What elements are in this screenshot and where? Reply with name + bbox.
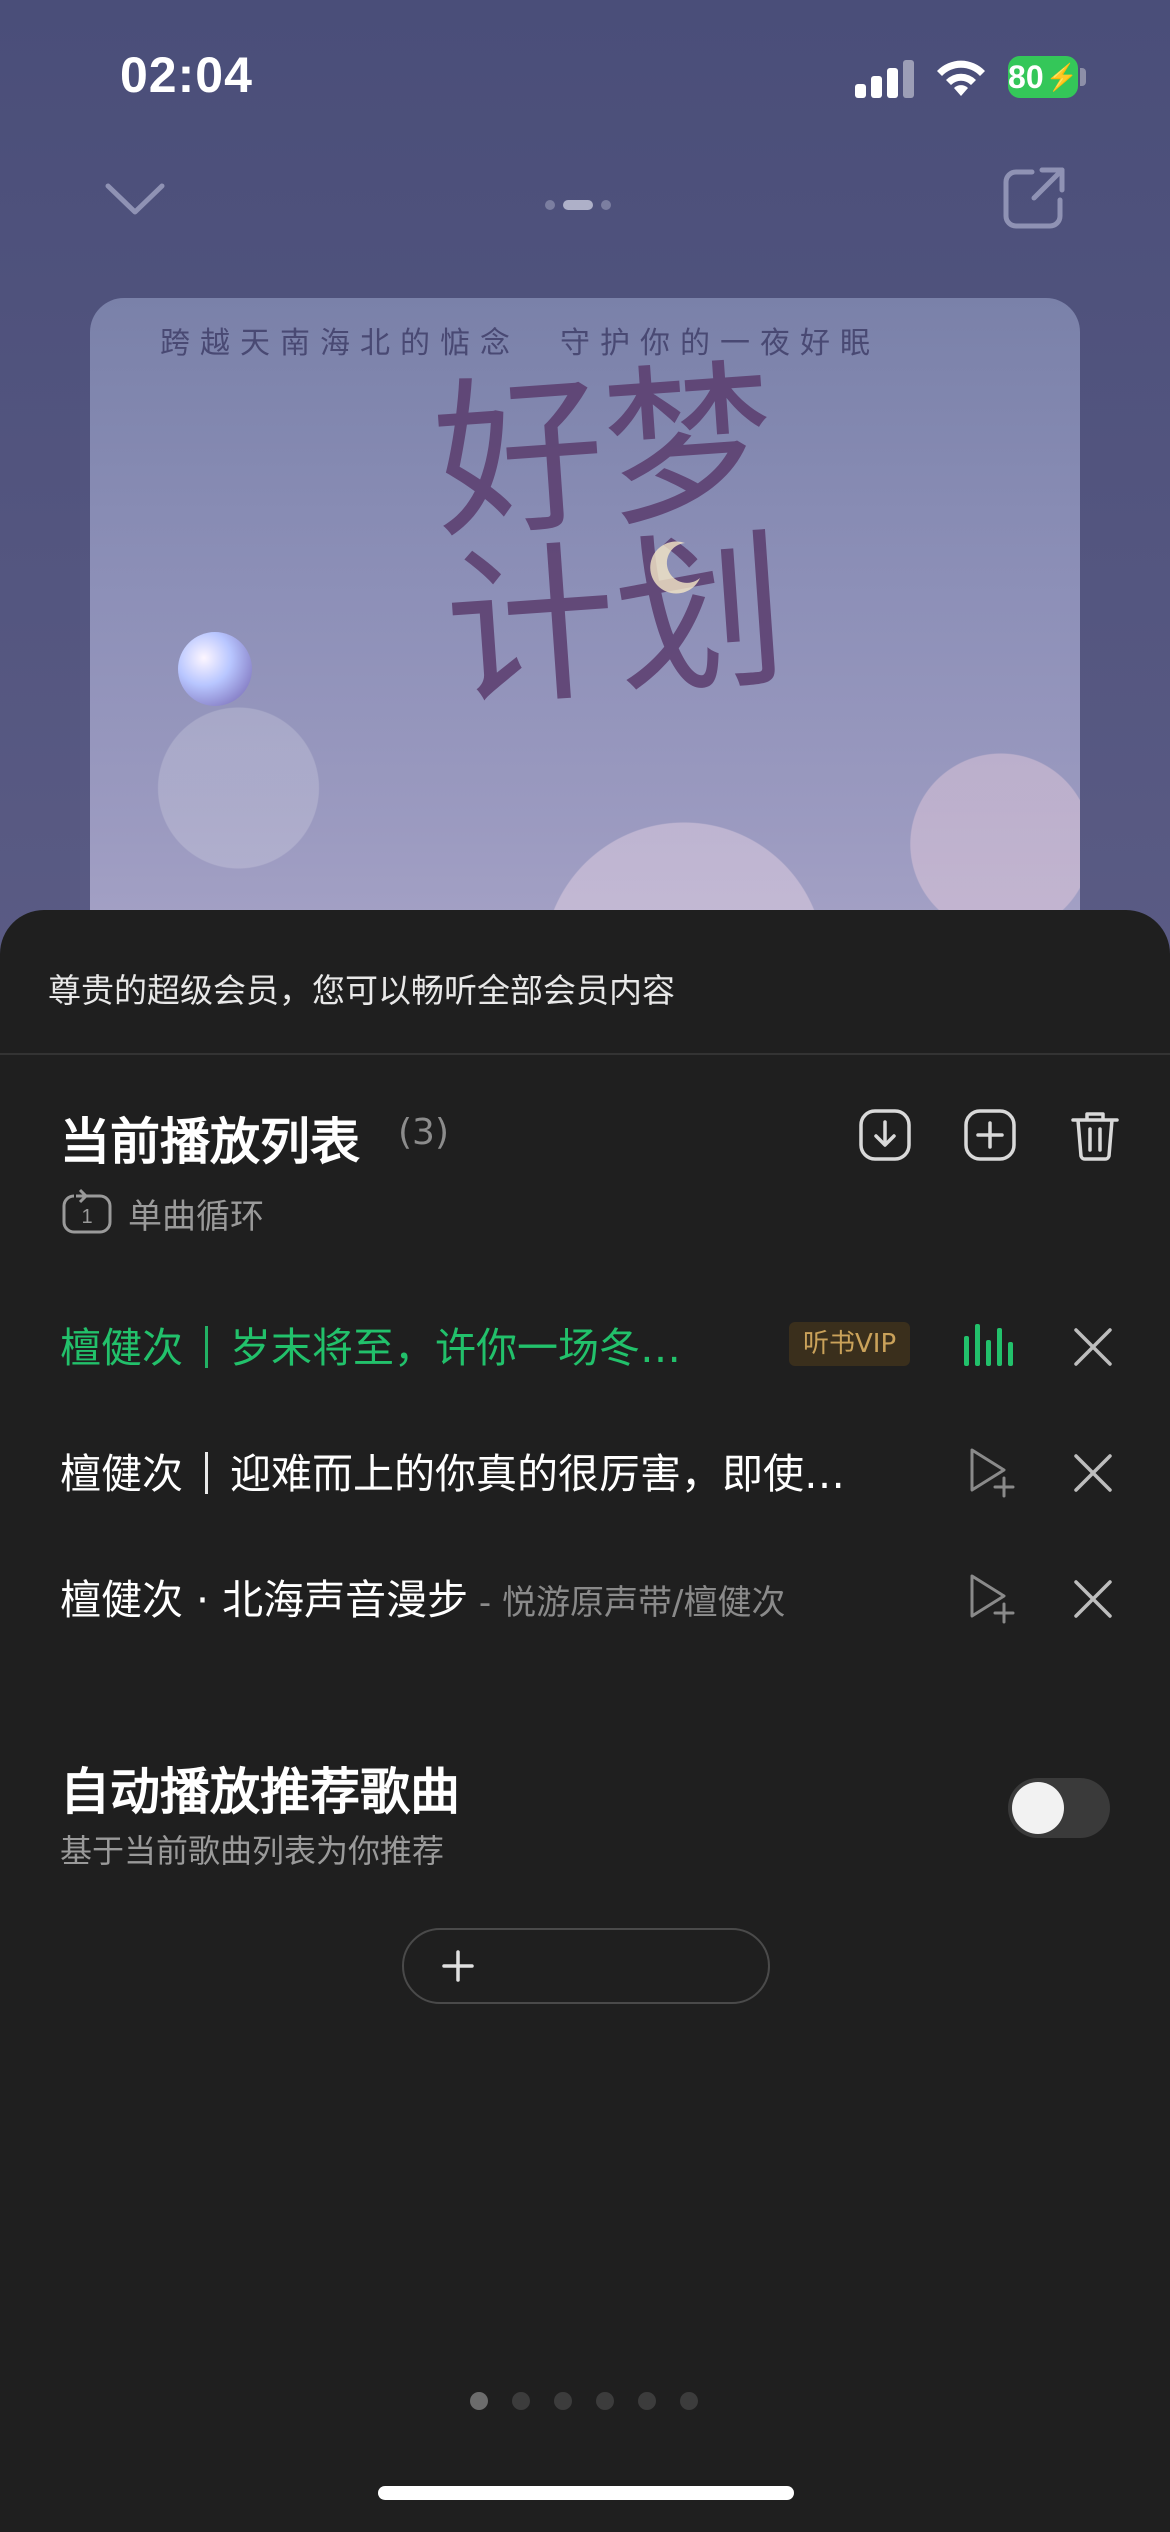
- sheet-page-indicator: [470, 2392, 698, 2410]
- toggle-knob: [1012, 1782, 1064, 1834]
- autoplay-section: 自动播放推荐歌曲 基于当前歌曲列表为你推荐: [0, 1730, 1170, 1880]
- add-songs-button[interactable]: [402, 1928, 770, 2004]
- battery-icon: 80 ⚡: [1008, 56, 1078, 98]
- now-playing-equalizer-icon: [964, 1324, 1013, 1366]
- cover-title: 好梦计划: [427, 342, 793, 734]
- track-artist: 檀健次: [60, 1324, 183, 1372]
- wifi-icon: [937, 60, 985, 96]
- track-artist: 檀健次: [60, 1450, 183, 1498]
- close-icon[interactable]: [1070, 1576, 1116, 1622]
- battery-level: 80: [1008, 58, 1044, 95]
- planet-icon: [178, 632, 252, 706]
- player-page-indicator: [545, 198, 611, 212]
- download-icon[interactable]: [858, 1108, 912, 1162]
- autoplay-toggle[interactable]: [1008, 1778, 1110, 1838]
- battery-cap: [1080, 68, 1086, 86]
- status-time: 02:04: [120, 47, 253, 103]
- track-name: 迎难而上的你真的很厉害，即使…: [230, 1450, 845, 1498]
- home-indicator: [378, 2486, 794, 2500]
- plus-icon: [442, 1950, 474, 1982]
- trash-icon[interactable]: [1068, 1108, 1122, 1162]
- track-title: 檀健次 迎难而上的你真的很厉害，即使…: [60, 1440, 920, 1500]
- loop-mode-label: 单曲循环: [128, 1196, 264, 1237]
- play-next-icon[interactable]: [964, 1444, 1020, 1500]
- title-separator: [205, 1452, 208, 1494]
- autoplay-title: 自动播放推荐歌曲: [60, 1763, 460, 1821]
- close-icon[interactable]: [1070, 1324, 1116, 1370]
- status-bar: 02:04 80 ⚡: [0, 0, 1170, 150]
- loop-mode-button[interactable]: 1 单曲循环: [60, 1188, 264, 1238]
- album-cover[interactable]: 跨越天南海北的惦念 守护你的一夜好眠 好梦计划: [90, 298, 1080, 998]
- vip-badge: 听书VIP: [789, 1322, 911, 1366]
- title-separator: [205, 1326, 208, 1368]
- add-to-playlist-icon[interactable]: [963, 1108, 1017, 1162]
- share-icon[interactable]: [998, 162, 1070, 234]
- playlist-track-row[interactable]: 檀健次 迎难而上的你真的很厉害，即使…: [0, 1404, 1170, 1530]
- playlist-sheet: 尊贵的超级会员，您可以畅听全部会员内容 当前播放列表 (3) 1 单曲循环 檀健…: [0, 910, 1170, 2532]
- track-title: 檀健次 岁末将至，许你一场冬…: [60, 1314, 750, 1374]
- playlist-track-row[interactable]: 檀健次 岁末将至，许你一场冬… 听书VIP: [0, 1278, 1170, 1404]
- close-icon[interactable]: [1070, 1450, 1116, 1496]
- track-name: 檀健次 · 北海声音漫步: [60, 1576, 469, 1624]
- playlist-header: 当前播放列表 (3) 1 单曲循环: [0, 1080, 1170, 1237]
- vip-banner[interactable]: 尊贵的超级会员，您可以畅听全部会员内容: [48, 964, 675, 1012]
- autoplay-description: 基于当前歌曲列表为你推荐: [60, 1832, 445, 1870]
- player-top-nav: [0, 150, 1170, 260]
- divider: [0, 1053, 1170, 1055]
- svg-text:1: 1: [81, 1206, 92, 1228]
- track-name: 岁末将至，许你一场冬…: [230, 1324, 681, 1372]
- playlist-count: (3): [398, 1112, 449, 1153]
- playlist-track-row[interactable]: 檀健次 · 北海声音漫步 - 悦游原声带/檀健次: [0, 1530, 1170, 1656]
- track-subtitle: - 悦游原声带/檀健次: [468, 1583, 786, 1623]
- chevron-down-icon[interactable]: [100, 168, 170, 228]
- play-next-icon[interactable]: [964, 1570, 1020, 1626]
- cellular-signal-icon: [855, 58, 915, 98]
- moon-icon: [650, 541, 700, 594]
- repeat-one-icon: 1: [62, 1188, 112, 1234]
- playlist-title: 当前播放列表: [60, 1113, 360, 1171]
- track-title: 檀健次 · 北海声音漫步 - 悦游原声带/檀健次: [60, 1566, 920, 1626]
